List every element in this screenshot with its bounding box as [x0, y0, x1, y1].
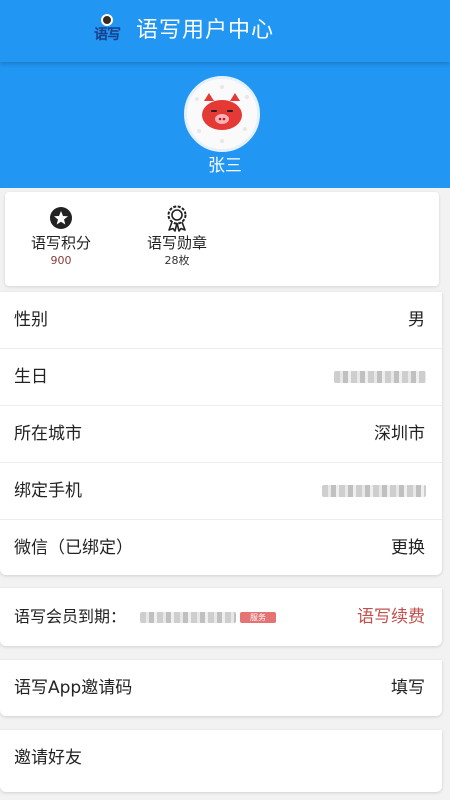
wechat-change-button[interactable]: 更换: [391, 536, 425, 560]
city-row[interactable]: 所在城市 深圳市: [0, 406, 442, 463]
wechat-row[interactable]: 微信（已绑定） 更换: [0, 520, 442, 577]
badges-label: 语写勋章: [146, 234, 207, 252]
city-label: 所在城市: [14, 424, 82, 444]
badges-value: 28枚: [164, 254, 190, 267]
profile-banner: 张三: [0, 62, 450, 188]
medal-icon: [167, 205, 187, 232]
invite-friends-row[interactable]: 邀请好友: [0, 730, 442, 792]
logo-figure-icon: [101, 14, 113, 26]
page-title: 语写用户中心: [136, 18, 275, 43]
invite-code-row[interactable]: 语写App邀请码 填写: [0, 660, 442, 716]
city-value: 深圳市: [374, 424, 425, 444]
invite-friends-card: 邀请好友: [0, 730, 442, 792]
wechat-label: 微信（已绑定）: [14, 538, 133, 558]
birthday-label: 生日: [14, 367, 48, 387]
gender-row[interactable]: 性别 男: [0, 292, 442, 349]
phone-value-redacted: [322, 485, 426, 497]
logo-text: 语写: [94, 27, 121, 43]
avatar[interactable]: [184, 76, 260, 152]
renew-button[interactable]: 语写续费: [357, 605, 425, 629]
birthday-row[interactable]: 生日: [0, 349, 442, 406]
gender-value: 男: [408, 310, 425, 330]
invite-code-label: 语写App邀请码: [14, 678, 133, 698]
points-stat[interactable]: 语写积分 900: [13, 202, 109, 280]
app-header: 语写 语写用户中心: [0, 0, 450, 62]
birthday-value-redacted: [334, 371, 426, 383]
membership-label: 语写会员到期：: [14, 607, 127, 626]
invite-code-card: 语写App邀请码 填写: [0, 660, 442, 716]
phone-row[interactable]: 绑定手机: [0, 463, 442, 520]
points-label: 语写积分: [30, 234, 91, 252]
stats-card: 语写积分 900 语写勋章 28枚: [5, 192, 439, 286]
invite-friends-label: 邀请好友: [14, 748, 82, 768]
profile-info-list: 性别 男 生日 所在城市 深圳市 绑定手机 微信（已绑定） 更换: [0, 292, 442, 575]
fill-invite-code-button[interactable]: 填写: [391, 676, 425, 700]
phone-label: 绑定手机: [14, 481, 82, 501]
gender-label: 性别: [14, 310, 48, 330]
app-logo: 语写: [90, 14, 124, 46]
membership-tag: 服务: [240, 612, 276, 623]
username: 张三: [208, 156, 242, 176]
membership-card: 语写会员到期： 服务 语写续费: [0, 588, 442, 646]
badges-stat[interactable]: 语写勋章 28枚: [129, 202, 225, 280]
points-value: 900: [50, 254, 72, 267]
membership-date-redacted: [140, 612, 236, 623]
star-icon: [50, 207, 72, 229]
pig-avatar-icon: [187, 79, 257, 149]
membership-row[interactable]: 语写会员到期： 服务 语写续费: [0, 588, 442, 646]
